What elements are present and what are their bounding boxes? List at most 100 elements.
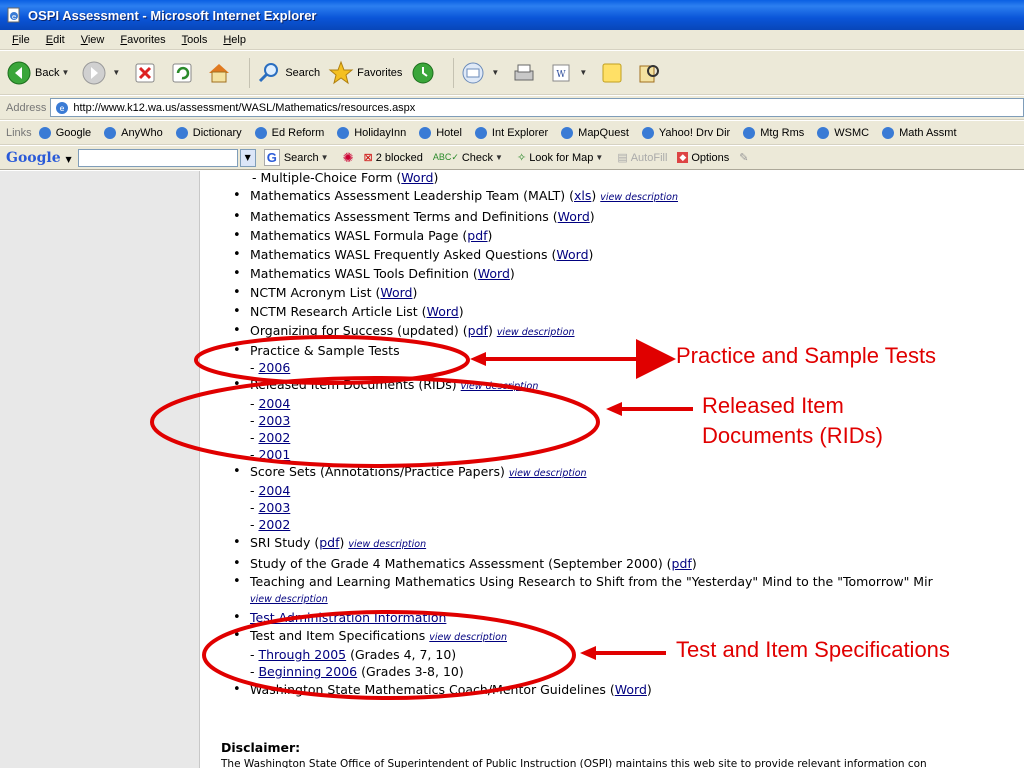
pencil-icon: ✎ (739, 152, 749, 164)
address-input[interactable]: e http://www.k12.wa.us/assessment/WASL/M… (50, 98, 1024, 117)
pdf-link[interactable]: pdf (672, 556, 692, 571)
view-description-link[interactable]: view description (509, 468, 587, 479)
chevron-down-icon[interactable]: ▼ (239, 148, 256, 167)
word-link[interactable]: Word (556, 247, 588, 262)
link-yahoo-drv-dir[interactable]: Yahoo! Drv Dir (641, 126, 730, 140)
google-toolbar: Google ▼ ▼ G Search ▼ ✺ ⊠ 2 blocked ABC✓ Ch… (0, 146, 1024, 170)
ie-page-icon (419, 126, 432, 139)
ie-page-icon (38, 126, 51, 139)
resource-list: - Multiple-Choice Form (Word) Mathematic… (231, 171, 1024, 699)
google-search-button[interactable]: G Search ▼ (263, 149, 333, 166)
word-link[interactable]: Word (558, 209, 590, 224)
autofill-label: AutoFill (630, 151, 668, 164)
google-search-input[interactable] (77, 148, 238, 167)
window-titlebar[interactable]: e OSPI Assessment - Microsoft Internet E… (0, 0, 1024, 30)
year-link[interactable]: 2004 (258, 483, 290, 498)
annotation-label-rids-line1: Released Item (702, 393, 844, 418)
word-link[interactable]: Word (478, 266, 510, 281)
favorites-button[interactable]: Favorites (328, 60, 402, 86)
link-wsmc[interactable]: WSMC (816, 126, 869, 140)
note-icon (602, 63, 622, 82)
link-label: Int Explorer (491, 126, 549, 139)
word-link[interactable]: Word (615, 682, 647, 697)
chevron-down-icon[interactable]: ▼ (61, 68, 69, 77)
view-description-link[interactable]: view description (497, 327, 575, 338)
refresh-button[interactable] (169, 60, 198, 86)
test-admin-link[interactable]: Test Administration Information (250, 610, 446, 625)
back-button[interactable]: Back ▼ (6, 60, 73, 86)
year-link[interactable]: 2002 (258, 517, 290, 532)
xls-link[interactable]: xls (574, 188, 591, 203)
chevron-down-icon[interactable]: ▼ (112, 68, 120, 77)
link-math-assmt[interactable]: Math Assmt (881, 126, 957, 140)
forward-button[interactable]: ▼ (81, 60, 124, 86)
link-google[interactable]: Google (38, 126, 91, 140)
view-description-link[interactable]: view description (600, 192, 678, 203)
through-2005-link[interactable]: Through 2005 (258, 647, 346, 662)
chevron-down-icon[interactable]: ▼ (491, 68, 499, 77)
chevron-down-icon[interactable]: ▼ (579, 68, 587, 77)
link-int-explorer[interactable]: Int Explorer (474, 126, 548, 140)
link-dictionary[interactable]: Dictionary (175, 126, 242, 140)
research-button[interactable] (636, 60, 665, 86)
link-label: AnyWho (121, 126, 163, 139)
word-link[interactable]: Word (380, 285, 412, 300)
stop-button[interactable] (132, 60, 161, 86)
list-item-score-sets: Score Sets (Annotations/Practice Papers)… (231, 463, 1024, 482)
menu-help[interactable]: Help (215, 34, 254, 46)
chevron-down-icon[interactable]: ▼ (595, 153, 603, 162)
menu-favorites[interactable]: Favorites (112, 34, 173, 46)
year-link[interactable]: 2004 (258, 396, 290, 411)
menu-view[interactable]: View (73, 34, 113, 46)
menu-tools[interactable]: Tools (174, 34, 216, 46)
link-label: HolidayInn (354, 126, 407, 139)
pdf-link[interactable]: pdf (468, 323, 488, 338)
mail-button[interactable]: ▼ (460, 60, 503, 86)
link-holidayinn[interactable]: HolidayInn (336, 126, 406, 140)
back-label: Back (35, 66, 60, 79)
year-link[interactable]: 2003 (258, 413, 290, 428)
chevron-down-icon[interactable]: ▼ (321, 153, 329, 162)
highlight-button[interactable]: ✎ (739, 151, 748, 164)
year-link[interactable]: 2001 (258, 447, 290, 462)
year-link[interactable]: 2003 (258, 500, 290, 515)
history-button[interactable] (410, 60, 439, 86)
view-description-link[interactable]: view description (348, 539, 426, 550)
home-button[interactable] (206, 60, 235, 86)
link-anywho[interactable]: AnyWho (103, 126, 163, 140)
word-link[interactable]: Word (401, 171, 433, 185)
link-hotel[interactable]: Hotel (418, 126, 462, 140)
word-link[interactable]: Word (427, 304, 459, 319)
search-button[interactable]: Search (256, 60, 320, 86)
autofill-button[interactable]: ▤ AutoFill (617, 151, 668, 165)
view-description-link[interactable]: view description (429, 632, 507, 643)
spell-check-button[interactable]: ABC✓ Check ▼ (433, 152, 507, 164)
sub-item: - Beginning 2006 (Grades 3-8, 10) (250, 664, 464, 679)
links-bar: Links Google AnyWho Dictionary Ed Reform… (0, 121, 1024, 145)
pdf-link[interactable]: pdf (467, 228, 487, 243)
view-description-link[interactable]: view description (250, 594, 328, 605)
link-ed-reform[interactable]: Ed Reform (254, 126, 324, 140)
ie-page-icon (175, 126, 188, 139)
notes-button[interactable] (599, 60, 628, 86)
menu-file[interactable]: File (4, 34, 38, 46)
look-for-map-button[interactable]: ✧ Look for Map ▼ (517, 151, 607, 165)
options-label: Options (691, 151, 730, 164)
link-mtg-rms[interactable]: Mtg Rms (742, 126, 804, 140)
pdf-link[interactable]: pdf (319, 535, 339, 550)
view-description-link[interactable]: view description (461, 381, 539, 392)
google-logo[interactable]: Google ▼ (6, 150, 72, 166)
menu-edit[interactable]: Edit (38, 34, 73, 46)
options-button[interactable]: ◆ Options (677, 152, 729, 164)
toolbar-separator (453, 57, 455, 88)
year-link[interactable]: 2002 (258, 430, 290, 445)
edit-word-button[interactable]: W ▼ (548, 60, 591, 86)
print-button[interactable] (511, 60, 540, 86)
chevron-down-icon[interactable]: ▼ (495, 153, 503, 162)
autofill-icon: ▤ (617, 152, 628, 164)
link-mapquest[interactable]: MapQuest (560, 126, 629, 140)
year-link[interactable]: 2006 (258, 360, 290, 375)
pagerank-button[interactable]: ✺ (343, 150, 354, 166)
popup-blocker-button[interactable]: ⊠ 2 blocked (364, 151, 423, 165)
beginning-2006-link[interactable]: Beginning 2006 (258, 664, 357, 679)
